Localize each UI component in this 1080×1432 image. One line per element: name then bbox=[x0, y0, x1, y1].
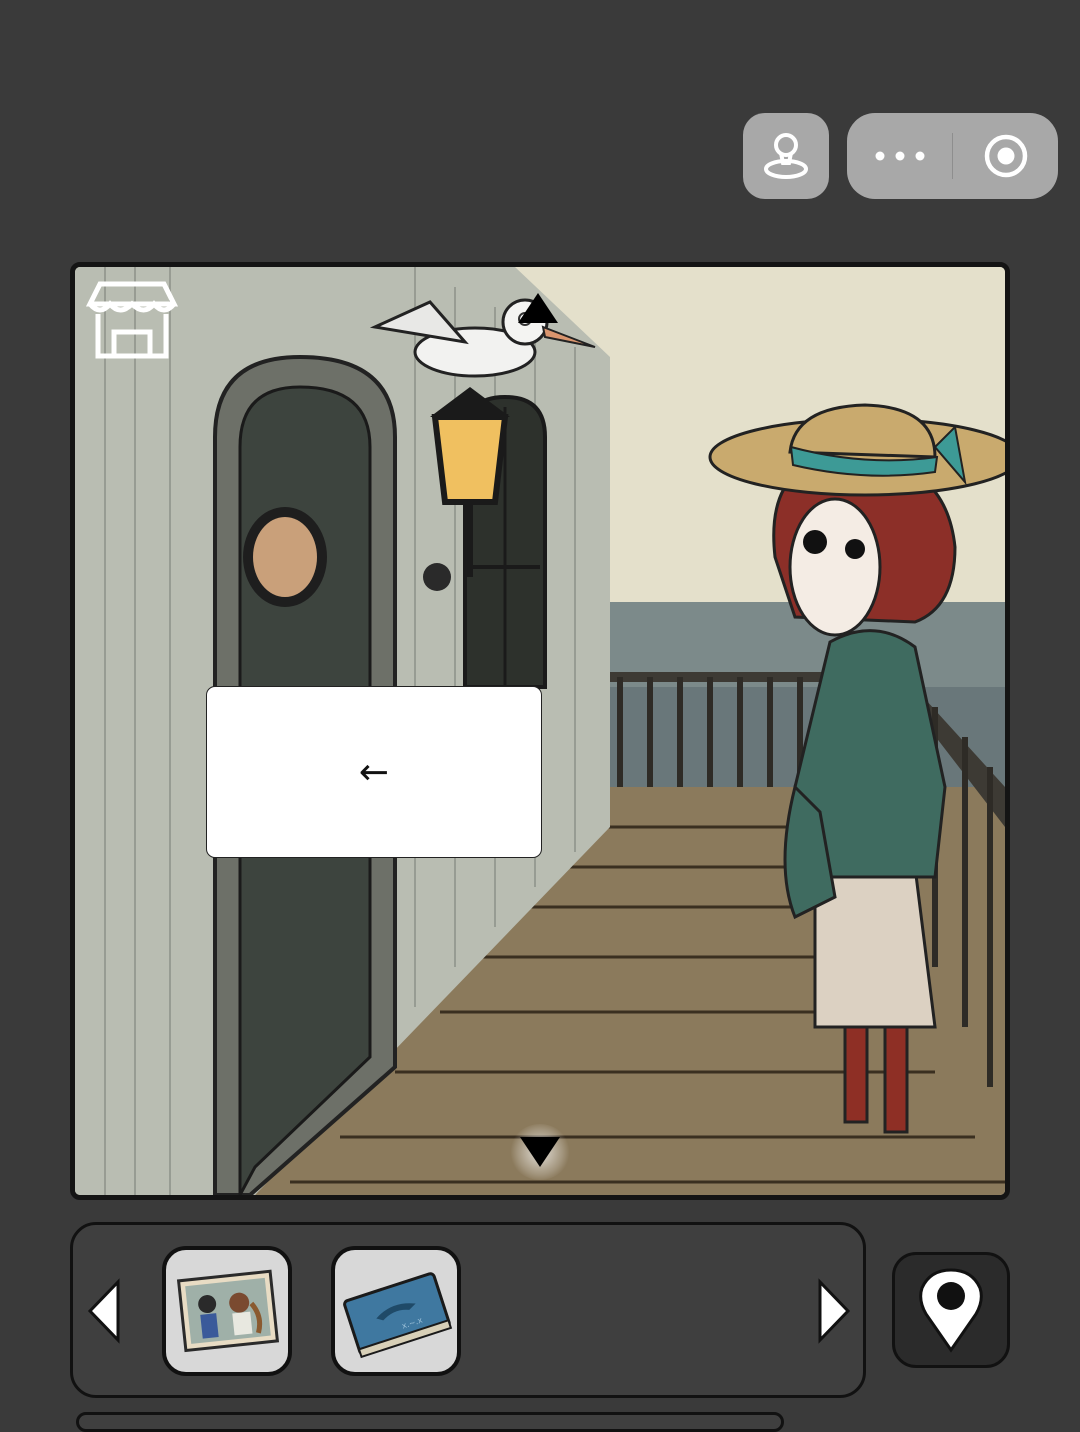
inventory-prev-button[interactable] bbox=[86, 1278, 126, 1344]
speech-bubble[interactable]: ← bbox=[206, 686, 542, 858]
speech-text: ← bbox=[358, 751, 390, 793]
blue-book-icon: x.~.x bbox=[343, 1272, 453, 1359]
joystick-button[interactable] bbox=[743, 113, 829, 199]
more-button[interactable] bbox=[847, 113, 952, 199]
nav-down-arrow-icon bbox=[520, 1137, 560, 1167]
shop-button[interactable] bbox=[85, 280, 179, 362]
inventory-slot-book[interactable]: x.~.x bbox=[331, 1246, 461, 1376]
nav-up-arrow-icon bbox=[518, 293, 558, 323]
target-record-icon bbox=[984, 134, 1027, 178]
map-button[interactable] bbox=[892, 1252, 1010, 1368]
mini-program-capsule bbox=[847, 113, 1058, 199]
inventory-slot-photo[interactable] bbox=[162, 1246, 292, 1376]
joystick-icon bbox=[764, 133, 808, 179]
nav-down-button[interactable] bbox=[510, 1124, 570, 1180]
close-record-button[interactable] bbox=[953, 113, 1058, 199]
inventory-next-button[interactable] bbox=[812, 1278, 852, 1344]
photo-icon bbox=[176, 1269, 280, 1353]
nav-up-button[interactable] bbox=[510, 282, 566, 334]
triangle-right-icon bbox=[818, 1278, 851, 1344]
more-dots-icon bbox=[875, 151, 924, 161]
shop-icon bbox=[85, 281, 179, 359]
triangle-left-icon bbox=[87, 1278, 120, 1344]
bottom-panel-edge bbox=[76, 1412, 784, 1432]
location-pin-icon bbox=[919, 1268, 983, 1353]
